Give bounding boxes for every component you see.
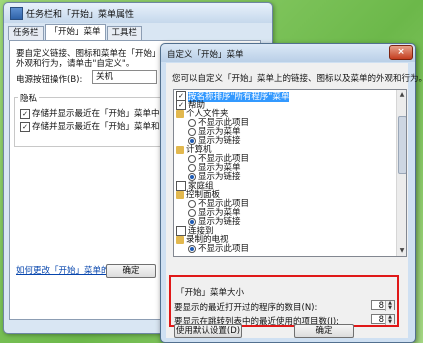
tab-strip: 任务栏 「开始」菜单 工具栏 [8, 24, 143, 40]
privacy-option-2[interactable]: ✓ 存储并显示最近在「开始」菜单和 [20, 120, 160, 132]
privacy-option-1[interactable]: ✓ 存储并显示最近在「开始」菜单中 [20, 107, 160, 119]
radio-button-icon[interactable] [188, 154, 196, 163]
checkbox-icon[interactable]: ✓ [20, 108, 30, 119]
radio-button-icon[interactable] [188, 217, 196, 226]
jump-list-items-spinner[interactable]: 8 ▲ ▼ [371, 314, 395, 325]
back-window-title: 任务栏和「开始」菜单属性 [26, 10, 135, 20]
spinner-arrows-icon[interactable]: ▲ ▼ [385, 301, 394, 311]
options-tree[interactable]: ✓ 按名称排序"所有程序"菜单 ✓ 帮助 个人文件夹 不显示此项目 显示为菜单 显示为链接 计算… [173, 89, 407, 257]
tab-toolbars[interactable]: 工具栏 [106, 26, 143, 40]
checkbox-icon[interactable]: ✓ [20, 121, 30, 132]
recent-programs-spinner[interactable]: 8 ▲ ▼ [371, 300, 395, 311]
intro-text-line2: 外观和行为，请单击"自定义"。 [16, 59, 135, 69]
menu-size-section-title: 「开始」菜单大小 [176, 288, 245, 298]
customize-start-menu-dialog: 自定义「开始」菜单 × 您可以自定义「开始」菜单上的链接、图标以及菜单的外观和行… [160, 43, 423, 343]
dialog-description: 您可以自定义「开始」菜单上的链接、图标以及菜单的外观和行为。 [172, 74, 423, 84]
dialog-title: 自定义「开始」菜单 [167, 50, 244, 60]
folder-icon [176, 109, 184, 118]
dialog-titlebar: 自定义「开始」菜单 × [161, 44, 415, 62]
radio-button-icon[interactable] [188, 208, 196, 217]
scroll-down-arrow-icon[interactable]: ▼ [398, 247, 406, 255]
folder-icon [176, 190, 184, 199]
window-icon [10, 7, 23, 20]
back-ok-button[interactable]: 确定 [106, 264, 156, 278]
power-button-select[interactable]: 关机 [92, 70, 157, 84]
use-default-settings-button[interactable]: 使用默认设置(D) [174, 324, 242, 338]
tree-scrollbar[interactable]: ▲ ▼ [396, 90, 406, 256]
power-button-label: 电源按钮操作(B): [16, 75, 83, 85]
tree-item-label: 不显示此项目 [198, 244, 250, 254]
recent-programs-label: 要显示的最近打开过的程序的数目(N): [174, 303, 318, 313]
folder-icon [176, 145, 184, 154]
tree-item[interactable]: 不显示此项目 [188, 244, 249, 254]
radio-button-icon[interactable] [188, 244, 196, 253]
radio-button-icon[interactable] [188, 172, 196, 181]
scrollbar-thumb[interactable] [398, 116, 406, 174]
dialog-client: 您可以自定义「开始」菜单上的链接、图标以及菜单的外观和行为。 ✓ 按名称排序"所有… [166, 63, 423, 338]
scroll-up-arrow-icon[interactable]: ▲ [398, 91, 406, 99]
radio-button-icon[interactable] [188, 163, 196, 172]
radio-button-icon[interactable] [188, 127, 196, 136]
tab-start-menu[interactable]: 「开始」菜单 [44, 24, 106, 40]
radio-button-icon[interactable] [188, 199, 196, 208]
folder-icon [176, 235, 184, 244]
spinner-arrows-icon[interactable]: ▲ ▼ [385, 315, 394, 325]
dialog-ok-button[interactable]: 确定 [294, 324, 354, 338]
radio-button-icon[interactable] [188, 118, 196, 127]
back-window-titlebar: 任务栏和「开始」菜单属性 [4, 3, 272, 23]
close-button[interactable]: × [389, 45, 413, 60]
tab-taskbar[interactable]: 任务栏 [8, 26, 44, 40]
radio-button-icon[interactable] [188, 136, 196, 145]
privacy-group-title: 隐私 [18, 92, 40, 104]
